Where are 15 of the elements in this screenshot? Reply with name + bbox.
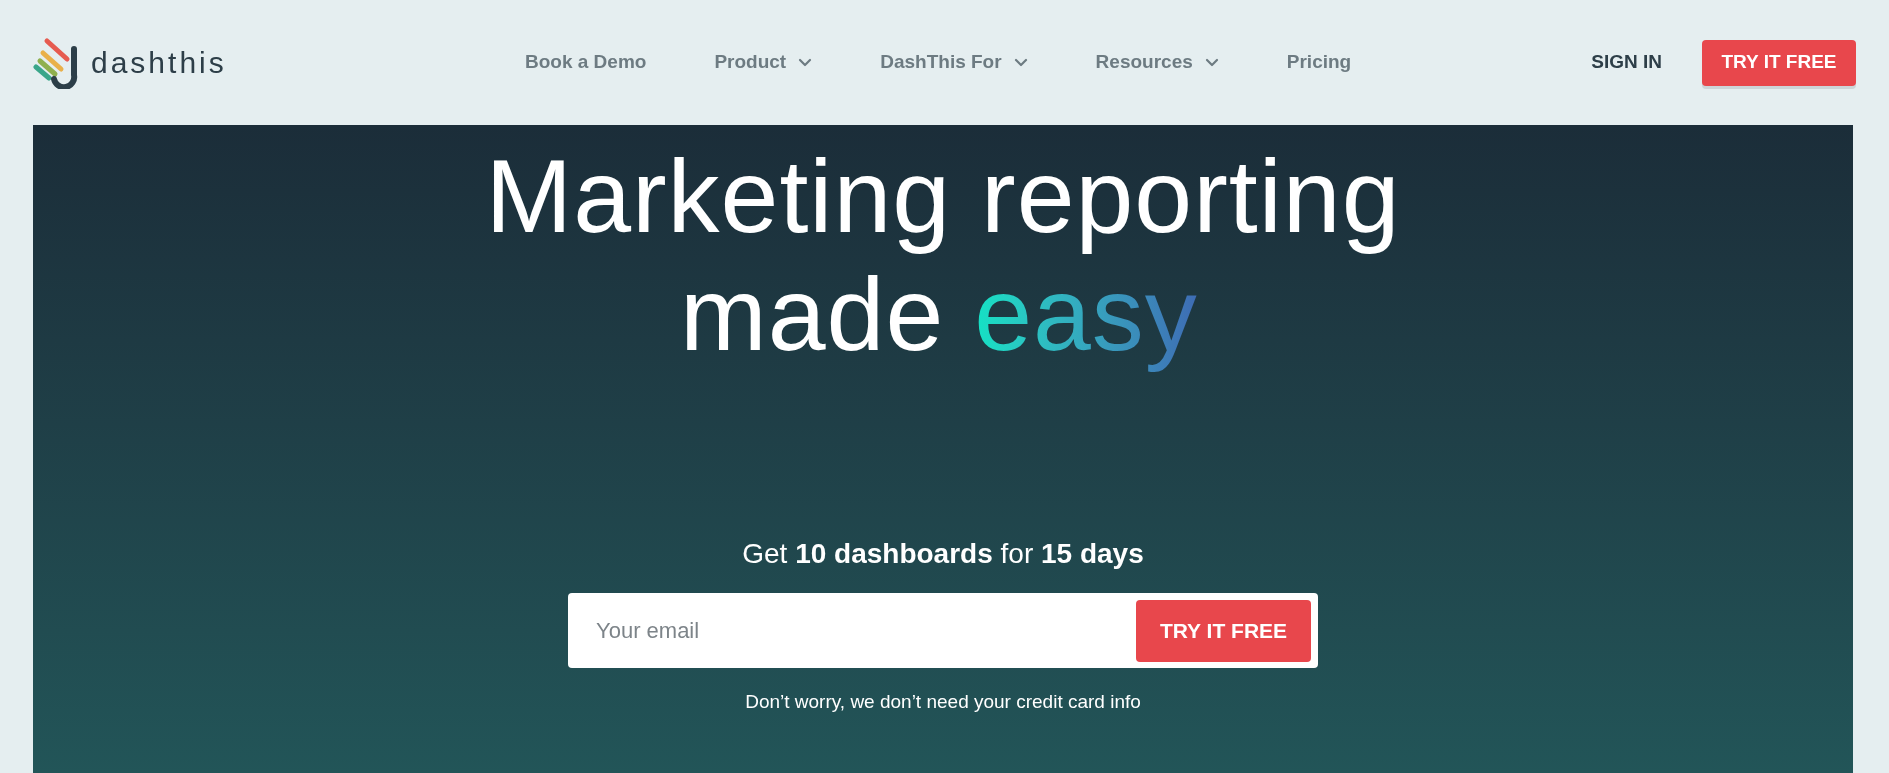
note-text: Don’t worry, we don’t need your credit card info: [745, 690, 1141, 714]
nav-link[interactable]: Resources: [1095, 48, 1219, 77]
headline-text: made: [680, 256, 945, 372]
nav-link[interactable]: Product: [714, 48, 813, 77]
nav-link[interactable]: Pricing: [1286, 48, 1352, 77]
email-field[interactable]: Your email: [568, 593, 1136, 668]
logo-text[interactable]: dashthis: [91, 47, 227, 78]
sign-in-link[interactable]: SIGN IN: [1591, 48, 1662, 77]
nav-link[interactable]: Book a Demo: [525, 48, 647, 77]
try-free-button[interactable]: TRY IT FREE: [1702, 39, 1856, 86]
nav-link[interactable]: DashThis For: [880, 48, 1028, 77]
logo-icon: [33, 36, 79, 89]
offer-text: Get 10 dashboards for 15 days: [742, 537, 1144, 571]
headline-text: Marketing reporting: [485, 137, 1401, 255]
try-free-button[interactable]: TRY IT FREE: [1136, 599, 1311, 662]
